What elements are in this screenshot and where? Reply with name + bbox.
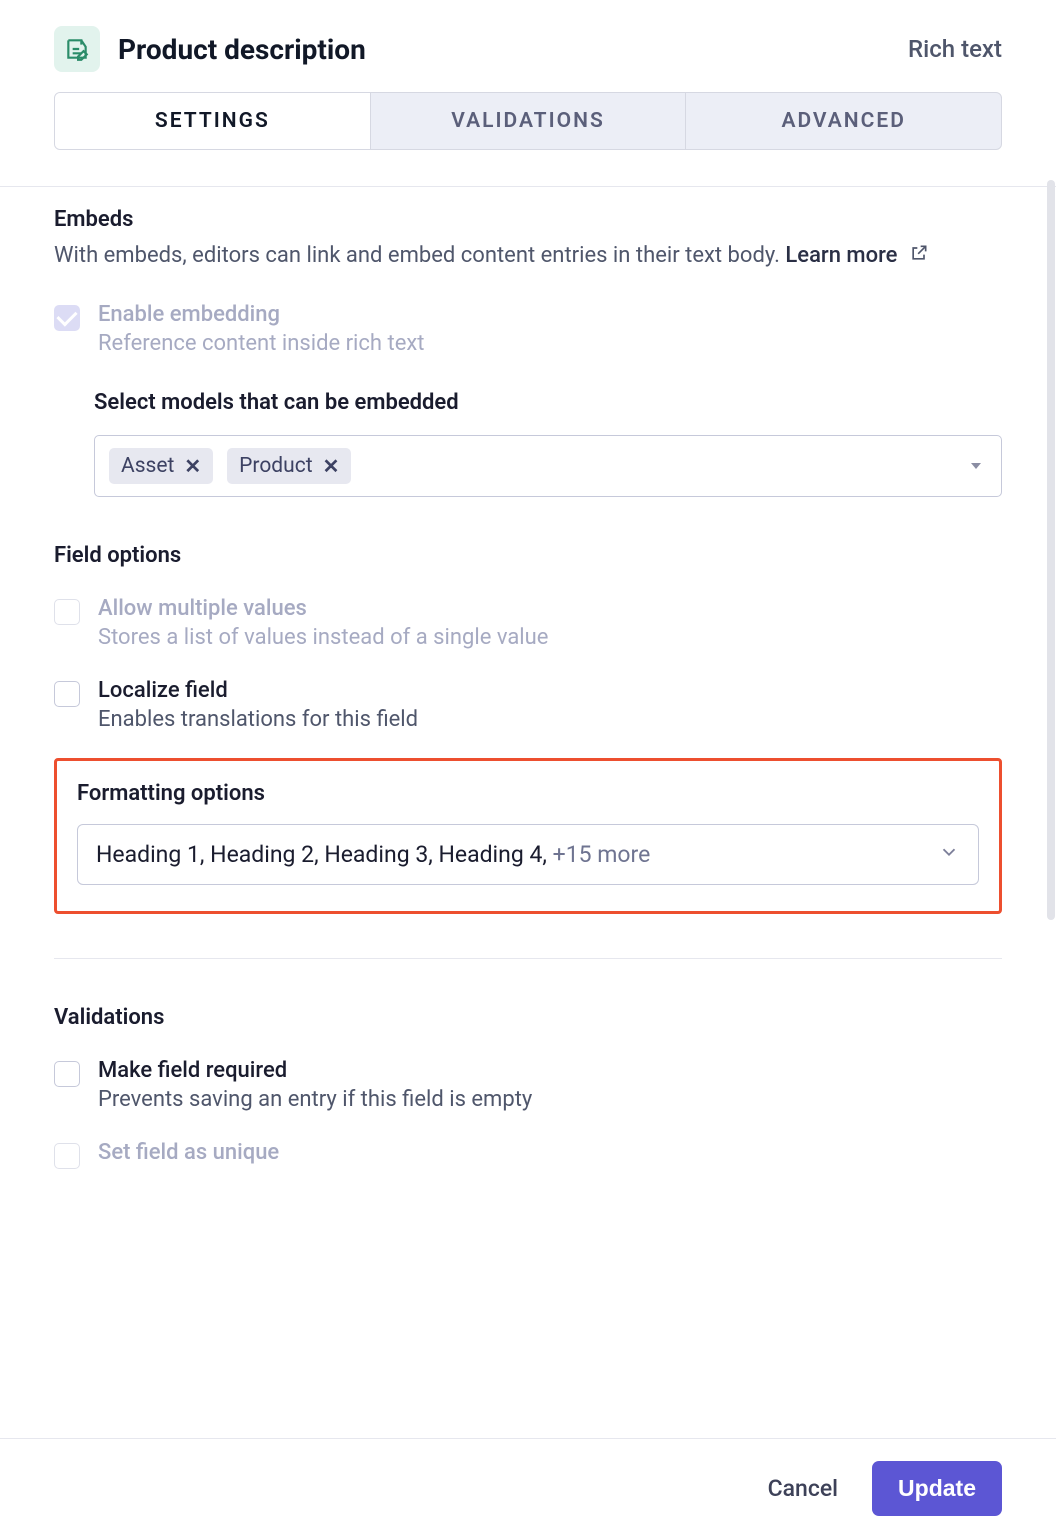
dialog-header: Product description Rich text [0,0,1056,92]
allow-multiple-label: Allow multiple values [98,596,548,621]
formatting-options-highlight: Formatting options Heading 1, Heading 2,… [54,758,1002,914]
section-divider [54,958,1002,959]
localize-field-option: Localize field Enables translations for … [54,678,1002,732]
enable-embedding-sub: Reference content inside rich text [98,331,424,356]
allow-multiple-checkbox [54,599,80,625]
dialog-footer: Cancel Update [0,1438,1056,1538]
localize-field-checkbox[interactable] [54,681,80,707]
models-multiselect[interactable]: Asset ✕ Product ✕ [94,435,1002,497]
embeds-desc: With embeds, editors can link and embed … [54,238,1002,274]
field-type-label: Rich text [908,35,1002,63]
formatting-summary: Heading 1, Heading 2, Heading 3, Heading… [96,841,650,868]
select-models-section: Select models that can be embedded Asset… [94,390,1002,497]
make-required-sub: Prevents saving an entry if this field i… [98,1087,532,1112]
chip-product: Product ✕ [227,448,351,484]
enable-embedding-label: Enable embedding [98,302,424,327]
embeds-desc-text: With embeds, editors can link and embed … [54,243,780,268]
set-unique-checkbox [54,1143,80,1169]
set-unique-label: Set field as unique [98,1140,279,1165]
field-options-title: Field options [54,543,1002,568]
localize-field-sub: Enables translations for this field [98,707,418,732]
validations-title: Validations [54,1005,1002,1030]
enable-embedding-option: Enable embedding Reference content insid… [54,302,1002,356]
chevron-down-icon [938,841,960,868]
chip-asset-remove[interactable]: ✕ [184,454,201,478]
set-unique-option: Set field as unique [54,1140,1002,1169]
chip-product-remove[interactable]: ✕ [323,454,340,478]
select-models-title: Select models that can be embedded [94,390,1002,415]
enable-embedding-checkbox [54,305,80,331]
formatting-summary-main: Heading 1, Heading 2, Heading 3, Heading… [96,841,553,868]
caret-down-icon [971,463,981,469]
localize-field-label: Localize field [98,678,418,703]
learn-more-link[interactable]: Learn more [785,243,897,268]
tab-settings[interactable]: SETTINGS [55,93,371,149]
formatting-options-title: Formatting options [77,781,979,806]
formatting-summary-more: +15 more [553,841,651,868]
formatting-options-dropdown[interactable]: Heading 1, Heading 2, Heading 3, Heading… [77,824,979,885]
update-button[interactable]: Update [872,1461,1002,1516]
chip-asset: Asset ✕ [109,448,213,484]
scrollbar[interactable] [1047,180,1055,920]
external-link-icon [909,239,929,274]
cancel-button[interactable]: Cancel [768,1475,838,1502]
page-title: Product description [118,33,366,66]
make-required-label: Make field required [98,1058,532,1083]
allow-multiple-option: Allow multiple values Stores a list of v… [54,596,1002,650]
make-required-option: Make field required Prevents saving an e… [54,1058,1002,1112]
make-required-checkbox[interactable] [54,1061,80,1087]
allow-multiple-sub: Stores a list of values instead of a sin… [98,625,548,650]
tabs: SETTINGS VALIDATIONS ADVANCED [54,92,1002,150]
tab-advanced[interactable]: ADVANCED [686,93,1001,149]
rich-text-icon [54,26,100,72]
chip-product-label: Product [239,454,312,478]
embeds-title: Embeds [54,207,1002,232]
chip-asset-label: Asset [121,454,174,478]
tab-validations[interactable]: VALIDATIONS [371,93,687,149]
